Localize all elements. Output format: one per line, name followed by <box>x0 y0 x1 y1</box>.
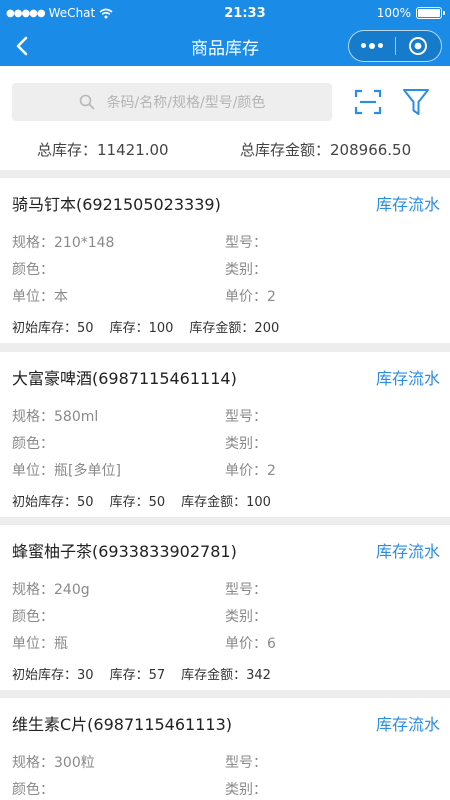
battery-percent: 100% <box>376 6 411 20</box>
back-button[interactable] <box>0 26 44 66</box>
signal-dots: ●●●●● <box>6 7 46 19</box>
product-card: 骑马钉本(6921505023339) 库存流水 规格：210*148 型号： 颜… <box>0 178 450 343</box>
initial-stock: 初始库存：50 <box>12 320 94 336</box>
total-stock: 总库存：11421.00 <box>37 141 169 159</box>
scan-icon <box>354 89 382 114</box>
product-model: 型号： <box>225 754 267 771</box>
stock-flow-link[interactable]: 库存流水 <box>376 191 440 215</box>
product-model: 型号： <box>225 408 267 425</box>
product-unit: 单位：瓶[多单位] <box>12 462 121 479</box>
product-color: 颜色： <box>12 608 54 625</box>
product-category: 类别： <box>225 261 267 278</box>
product-name: 骑马钉本(6921505023339) <box>12 195 221 214</box>
product-spec: 规格：300粒 <box>12 754 95 771</box>
carrier-name: WeChat <box>48 6 96 20</box>
product-color: 颜色： <box>12 435 54 452</box>
status-time: 21:33 <box>224 5 266 21</box>
stock-flow-link[interactable]: 库存流水 <box>376 365 440 389</box>
product-color: 颜色： <box>12 781 54 798</box>
product-unit: 单位：本 <box>12 288 68 305</box>
close-miniprogram-button[interactable] <box>396 31 442 61</box>
product-spec: 规格：580ml <box>12 408 99 425</box>
stock-summary: 初始库存：50 库存：50 库存金额：100 <box>12 483 438 517</box>
stock-flow-link[interactable]: 库存流水 <box>376 538 440 562</box>
stock-amount: 库存金额：100 <box>181 494 271 510</box>
current-stock: 库存：57 <box>109 667 166 683</box>
more-dots-icon <box>360 43 383 49</box>
stock-amount: 库存金额：200 <box>189 320 280 336</box>
product-price: 单价：2 <box>225 462 276 479</box>
product-card: 维生素C片(6987115461113) 库存流水 规格：300粒 型号： 颜色：… <box>0 698 450 800</box>
product-spec: 规格：240g <box>12 581 90 598</box>
product-price: 单价：2 <box>225 288 276 305</box>
product-model: 型号： <box>225 234 267 251</box>
miniprogram-capsule <box>348 30 442 62</box>
initial-stock: 初始库存：50 <box>12 494 94 510</box>
scan-button[interactable] <box>346 82 390 122</box>
wifi-icon <box>99 8 113 18</box>
stock-summary: 初始库存：30 库存：57 库存金额：342 <box>12 656 438 690</box>
product-category: 类别： <box>225 435 267 452</box>
initial-stock: 初始库存：30 <box>12 667 94 683</box>
filter-icon <box>403 88 429 115</box>
stock-flow-link[interactable]: 库存流水 <box>376 711 440 735</box>
product-category: 类别： <box>225 608 267 625</box>
search-placeholder: 条码/名称/规格/型号/颜色 <box>106 94 266 111</box>
nav-bar: 商品库存 <box>0 26 450 66</box>
chevron-left-icon <box>16 36 28 56</box>
status-bar: ●●●●● WeChat 21:33 100% <box>0 0 450 26</box>
current-stock: 库存：50 <box>109 494 166 510</box>
product-spec: 规格：210*148 <box>12 234 115 251</box>
product-price: 单价：6 <box>225 635 276 652</box>
stock-summary: 初始库存：50 库存：100 库存金额：200 <box>12 309 438 343</box>
search-icon <box>79 94 94 109</box>
more-button[interactable] <box>349 31 395 61</box>
product-color: 颜色： <box>12 261 54 278</box>
search-input[interactable]: 条码/名称/规格/型号/颜色 <box>12 82 332 121</box>
product-category: 类别： <box>225 781 267 798</box>
inventory-totals: 总库存：11421.00 总库存金额：208966.50 <box>0 139 450 160</box>
target-close-icon <box>409 37 428 55</box>
product-unit: 单位：瓶 <box>12 635 68 652</box>
product-name: 蜂蜜柚子茶(6933833902781) <box>12 542 237 561</box>
product-card: 蜂蜜柚子茶(6933833902781) 库存流水 规格：240g 型号： 颜色：… <box>0 525 450 690</box>
total-amount: 总库存金额：208966.50 <box>240 141 412 159</box>
filter-button[interactable] <box>394 82 438 122</box>
product-name: 大富豪啤酒(6987115461114) <box>12 369 237 388</box>
search-panel: 条码/名称/规格/型号/颜色 总库存：11421.00 总库存金额：208966… <box>0 66 450 170</box>
product-card: 大富豪啤酒(6987115461114) 库存流水 规格：580ml 型号： 颜色… <box>0 352 450 517</box>
current-stock: 库存：100 <box>109 320 174 336</box>
stock-amount: 库存金额：342 <box>181 667 271 683</box>
product-model: 型号： <box>225 581 267 598</box>
product-name: 维生素C片(6987115461113) <box>12 715 232 734</box>
battery-icon <box>416 7 445 19</box>
